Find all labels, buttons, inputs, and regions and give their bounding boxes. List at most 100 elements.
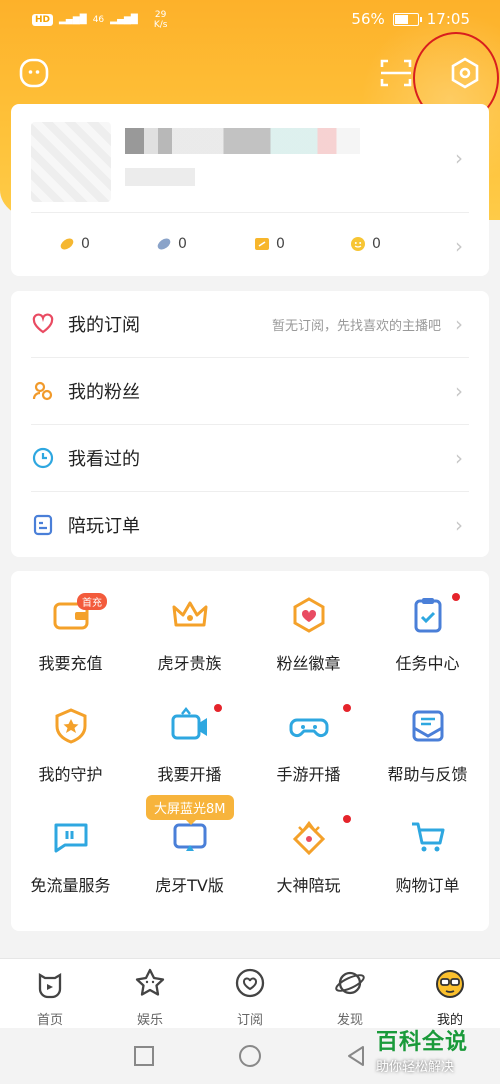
services-grid-card: 首充 我要充值 虎牙贵族 粉丝徽章 任务中心 我的守护 我要开播 手游开播 帮助… bbox=[11, 571, 489, 931]
avatar[interactable] bbox=[31, 122, 111, 202]
clock: 17:05 bbox=[426, 10, 470, 28]
profile-card[interactable]: › 0 0 0 0 › bbox=[11, 104, 489, 276]
battery-percent: 56% bbox=[351, 10, 385, 28]
star-icon bbox=[135, 968, 165, 996]
back-icon[interactable] bbox=[344, 1044, 368, 1068]
signal-icon: ▂▄▆█ bbox=[59, 15, 87, 25]
grid-item-tasks[interactable]: 任务中心 bbox=[368, 571, 487, 681]
gamepad-icon bbox=[289, 718, 329, 738]
network-speed: 29 K/s bbox=[153, 10, 168, 30]
nav-tab-entertainment[interactable]: 娱乐 bbox=[100, 965, 200, 1028]
grid-item-guard[interactable]: 我的守护 bbox=[11, 682, 130, 792]
list-item-label: 我的订阅 bbox=[68, 315, 140, 336]
grid-item-label: 任务中心 bbox=[395, 654, 460, 673]
camera-icon bbox=[171, 706, 207, 740]
order-icon bbox=[31, 513, 55, 537]
chevron-right-icon: › bbox=[455, 446, 463, 470]
nav-tab-me[interactable]: 我的 bbox=[400, 965, 500, 1028]
home-button-icon[interactable] bbox=[238, 1044, 262, 1068]
signal-icon-2: ▂▄▆█ bbox=[110, 15, 138, 25]
grid-item-label: 我要充值 bbox=[38, 654, 103, 673]
coin-icon bbox=[351, 237, 365, 251]
status-bar: HD ▂▄▆█ 46 ▂▄▆█ 29 K/s 56% 17:05 bbox=[0, 0, 500, 40]
notification-dot bbox=[343, 704, 351, 712]
message-icon[interactable] bbox=[16, 55, 52, 91]
clock-icon bbox=[31, 446, 55, 470]
divider bbox=[31, 212, 469, 213]
grid-item-label: 购物订单 bbox=[395, 876, 460, 895]
nav-tab-home[interactable]: 首页 bbox=[0, 965, 100, 1028]
heart-icon bbox=[31, 312, 55, 336]
crown-icon bbox=[172, 601, 208, 627]
coupon-icon bbox=[255, 238, 269, 250]
subscribe-heart-icon bbox=[235, 968, 265, 998]
list-item-label: 陪玩订单 bbox=[68, 516, 140, 537]
grid-item-master-play[interactable]: 大神陪玩 bbox=[249, 793, 368, 903]
grid-item-start-stream[interactable]: 我要开播 bbox=[130, 682, 249, 792]
list-item-label: 我看过的 bbox=[68, 449, 140, 470]
grid-item-shopping-orders[interactable]: 购物订单 bbox=[368, 793, 487, 903]
list-item-subscriptions[interactable]: 我的订阅 暂无订阅，先找喜欢的主播吧 › bbox=[11, 291, 489, 357]
grid-item-nobility[interactable]: 虎牙贵族 bbox=[130, 571, 249, 681]
master-icon bbox=[292, 820, 326, 856]
mail-icon bbox=[412, 710, 444, 742]
scan-icon[interactable] bbox=[378, 55, 414, 91]
grid-item-label: 我要开播 bbox=[157, 765, 222, 784]
user-info-blurred bbox=[125, 168, 195, 186]
notification-dot bbox=[214, 704, 222, 712]
grid-item-label: 大神陪玩 bbox=[276, 876, 341, 895]
fans-icon bbox=[31, 379, 55, 403]
silver-bean-balance[interactable]: 0 bbox=[156, 236, 187, 252]
shield-icon bbox=[55, 708, 87, 744]
cart-icon bbox=[412, 822, 445, 852]
chevron-right-icon: › bbox=[455, 146, 463, 170]
grid-item-help-feedback[interactable]: 帮助与反馈 bbox=[368, 682, 487, 792]
grid-item-mobile-game-stream[interactable]: 手游开播 bbox=[249, 682, 368, 792]
tv-promo-tag: 大屏蓝光8M bbox=[146, 795, 234, 825]
grid-item-label: 帮助与反馈 bbox=[387, 765, 468, 784]
grid-item-recharge[interactable]: 首充 我要充值 bbox=[11, 571, 130, 681]
chevron-right-icon: › bbox=[455, 312, 463, 336]
chevron-right-icon: › bbox=[455, 234, 463, 258]
data-card-icon bbox=[54, 823, 88, 853]
menu-list-card: 我的订阅 暂无订阅，先找喜欢的主播吧 › 我的粉丝 › 我看过的 › 陪玩订单 … bbox=[11, 291, 489, 557]
grid-item-fan-badge[interactable]: 粉丝徽章 bbox=[249, 571, 368, 681]
hd-badge: HD bbox=[32, 14, 54, 26]
coin-balance[interactable]: 0 bbox=[350, 236, 381, 252]
gold-bean-balance[interactable]: 0 bbox=[59, 236, 90, 252]
home-icon bbox=[38, 972, 62, 999]
watermark: 百科全说 助你轻松解决 bbox=[376, 1030, 469, 1075]
badge-heart-icon bbox=[293, 597, 325, 633]
clipboard-icon bbox=[414, 598, 442, 633]
silver-bean-icon bbox=[157, 238, 171, 250]
nav-tab-subscribe[interactable]: 订阅 bbox=[200, 965, 300, 1028]
nav-tab-discover[interactable]: 发现 bbox=[300, 965, 400, 1028]
list-item-fans[interactable]: 我的粉丝 › bbox=[11, 358, 489, 424]
list-item-hint: 暂无订阅，先找喜欢的主播吧 bbox=[271, 318, 441, 334]
grid-item-label: 我的守护 bbox=[38, 765, 103, 784]
me-icon bbox=[436, 970, 464, 998]
notification-dot bbox=[343, 815, 351, 823]
grid-item-label: 免流量服务 bbox=[30, 876, 111, 895]
bottom-navigation: 首页 娱乐 订阅 发现 我的 bbox=[0, 958, 500, 1028]
recent-apps-icon[interactable] bbox=[132, 1044, 156, 1068]
notification-dot bbox=[452, 593, 460, 601]
grid-item-label: 手游开播 bbox=[276, 765, 341, 784]
grid-item-label: 粉丝徽章 bbox=[276, 654, 341, 673]
planet-icon bbox=[335, 971, 365, 995]
grid-item-free-data[interactable]: 免流量服务 bbox=[11, 793, 130, 903]
list-item-history[interactable]: 我看过的 › bbox=[11, 425, 489, 491]
username-blurred bbox=[125, 128, 360, 154]
chevron-right-icon: › bbox=[455, 379, 463, 403]
list-item-label: 我的粉丝 bbox=[68, 382, 140, 403]
list-item-play-orders[interactable]: 陪玩订单 › bbox=[11, 492, 489, 558]
grid-item-label: 虎牙贵族 bbox=[157, 654, 222, 673]
chevron-right-icon: › bbox=[455, 513, 463, 537]
battery-icon bbox=[392, 12, 422, 26]
coupon-balance[interactable]: 0 bbox=[254, 236, 285, 252]
wallet-row[interactable]: 0 0 0 0 › bbox=[11, 234, 489, 260]
grid-item-label: 虎牙TV版 bbox=[155, 876, 224, 895]
network-type: 46 bbox=[92, 15, 105, 25]
gold-bean-icon bbox=[60, 238, 74, 250]
first-recharge-badge: 首充 bbox=[77, 593, 107, 610]
